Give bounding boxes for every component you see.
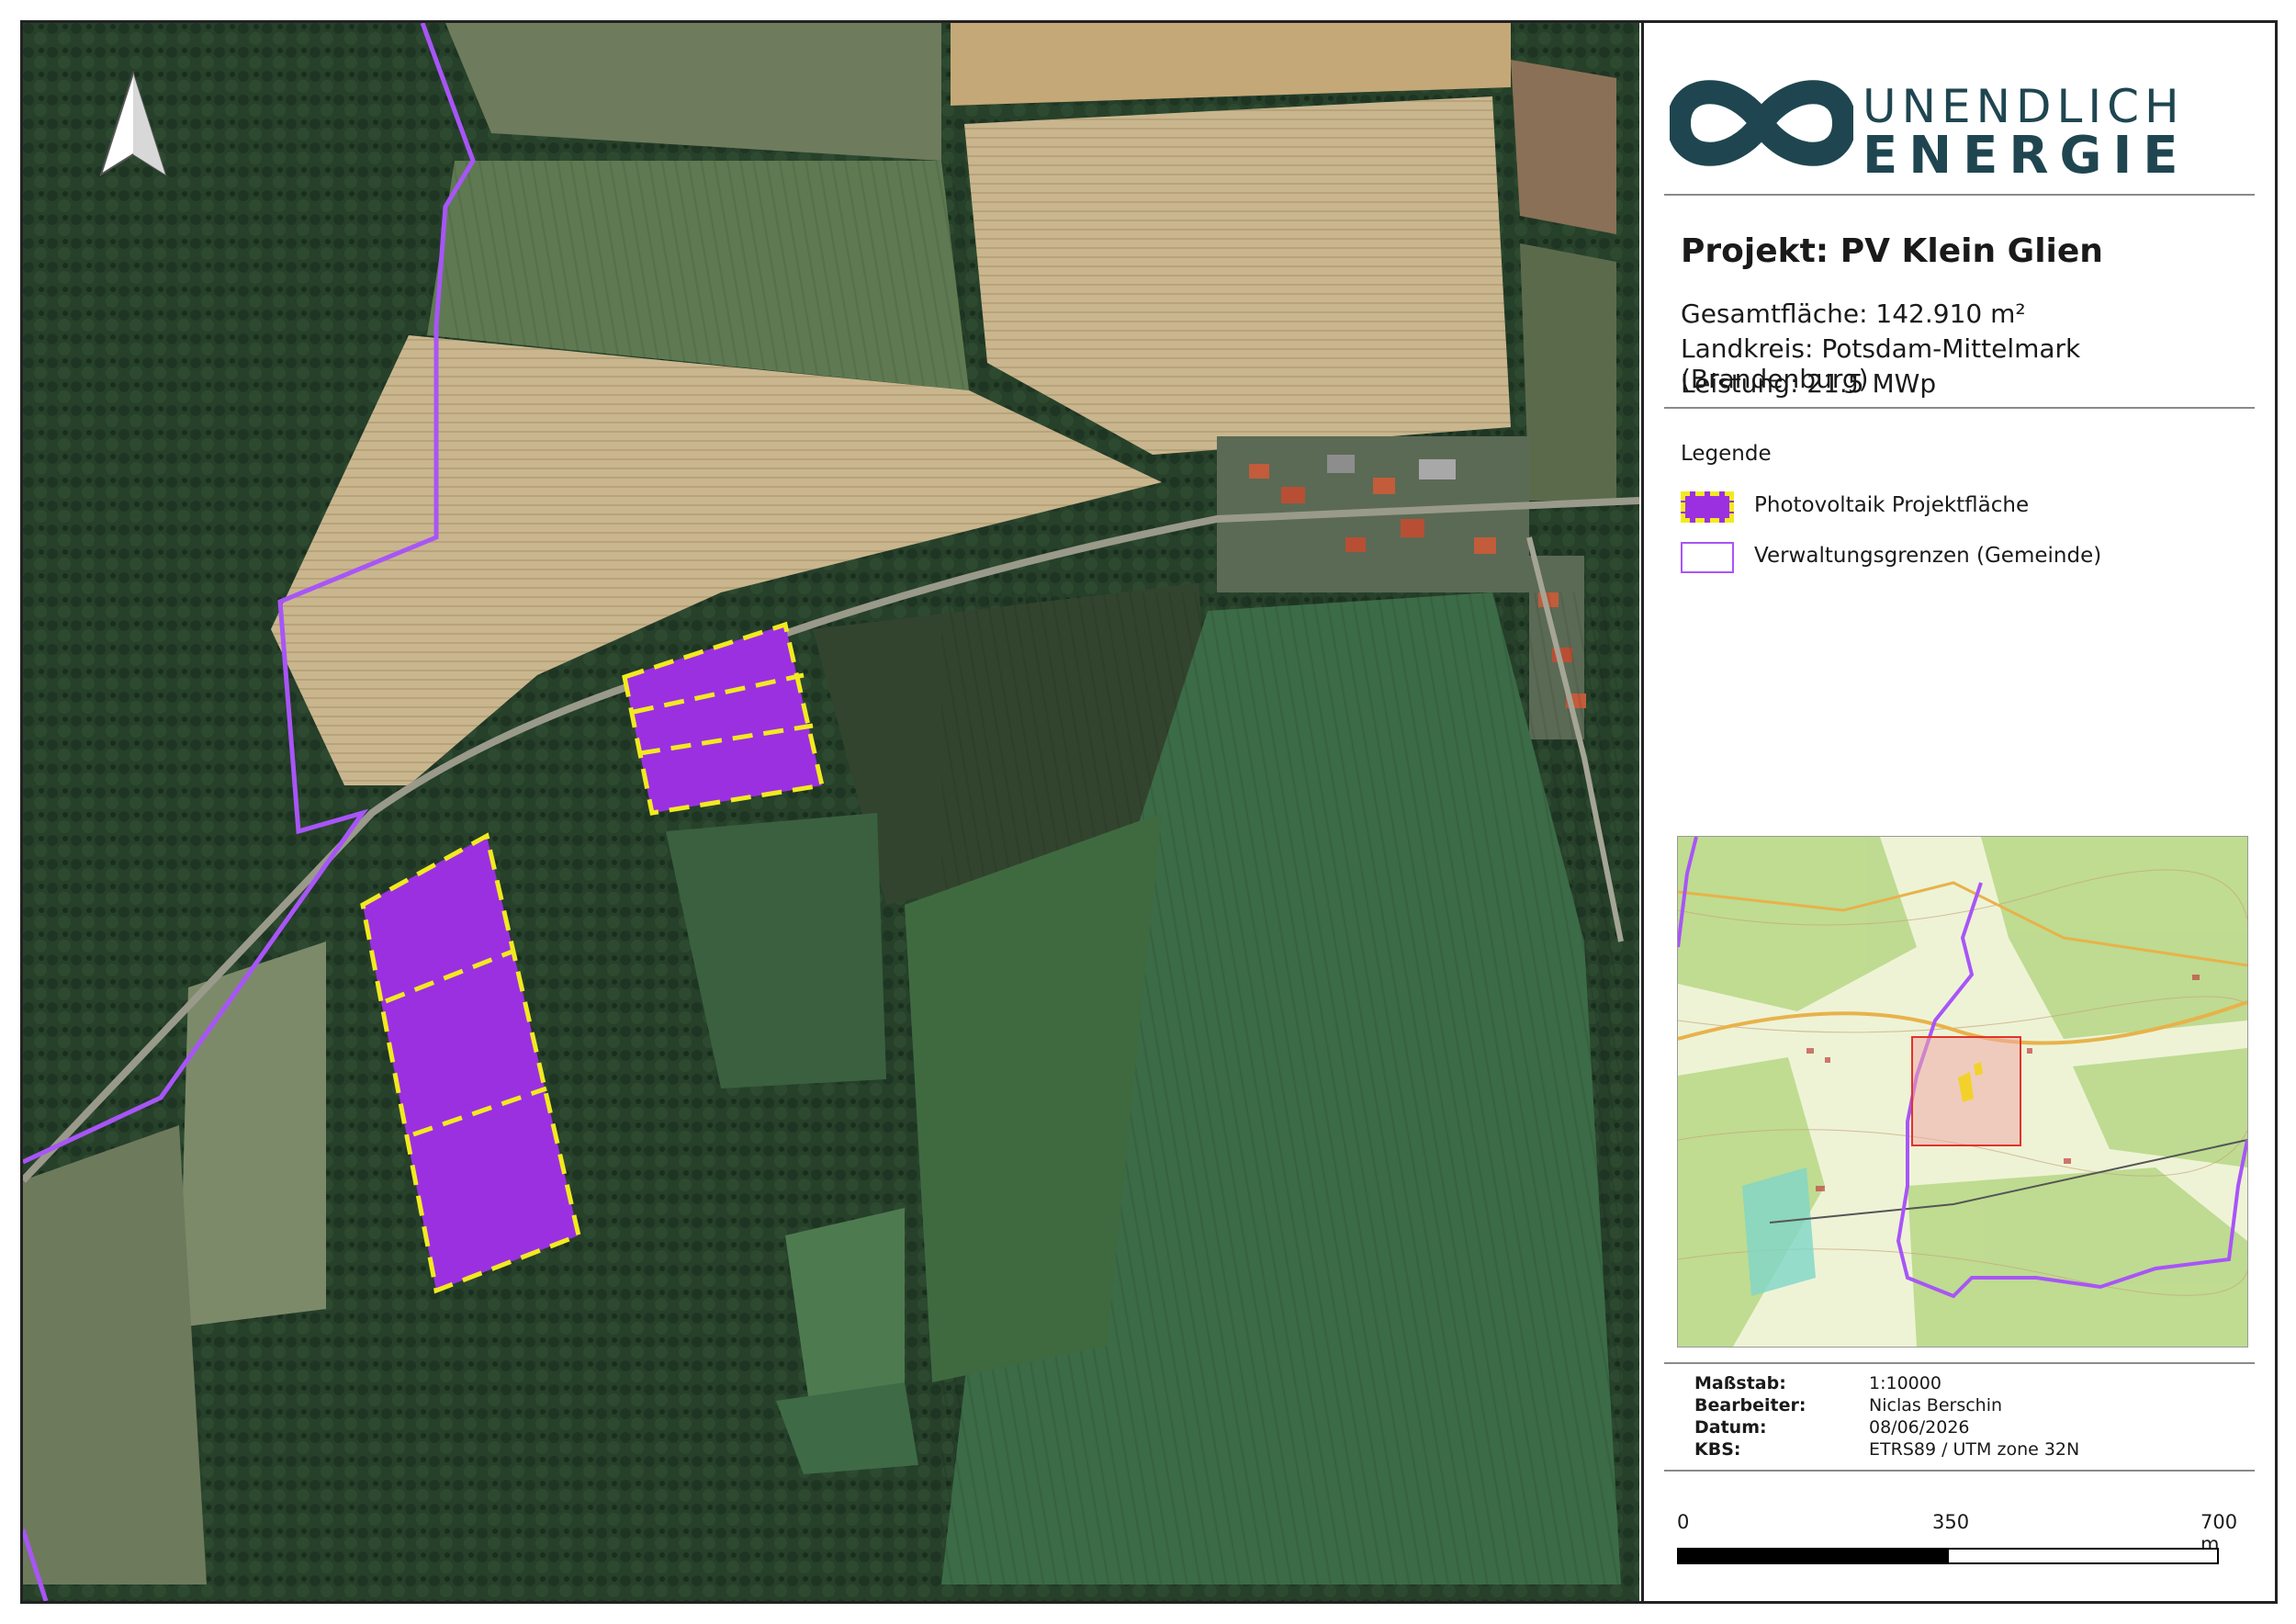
divider-scale	[1664, 1470, 2255, 1472]
legend-swatch-boundary	[1681, 542, 1734, 573]
company-logo: UNENDLICH ENERGIE	[1670, 63, 2257, 186]
legend-swatch-pv	[1681, 491, 1734, 523]
overview-map-canvas	[1678, 837, 2247, 1347]
logo-text-energie: ENERGIE	[1863, 126, 2189, 186]
scale-segment-white	[1947, 1548, 2219, 1564]
field-east-olive	[1520, 243, 1616, 501]
divider-top	[1664, 194, 2255, 196]
infinity-icon	[1670, 80, 1853, 166]
clearing-west	[179, 942, 326, 1327]
meta-date-key: Datum:	[1694, 1417, 1767, 1438]
project-title: Projekt: PV Klein Glien	[1681, 232, 2103, 270]
scale-label-0: 0	[1677, 1511, 1690, 1533]
clearing-southwest	[23, 1125, 207, 1585]
power-output: Leistung: 21.5 MWp	[1681, 368, 1937, 399]
scale-segment-black	[1677, 1548, 1949, 1564]
satellite-map[interactable]	[23, 23, 1639, 1601]
divider-legend	[1664, 407, 2255, 409]
meta-crs-key: KBS:	[1694, 1439, 1741, 1460]
meta-crs-value: ETRS89 / UTM zone 32N	[1869, 1439, 2080, 1460]
scale-label-mid: 350	[1932, 1511, 1970, 1533]
divider-meta	[1664, 1362, 2255, 1364]
overview-map[interactable]	[1677, 836, 2248, 1348]
meta-author-value: Niclas Berschin	[1869, 1395, 2003, 1415]
scale-bar: 0 350 700 m	[1677, 1511, 2256, 1575]
meta-date-value: 08/06/2026	[1869, 1417, 1970, 1438]
legend-label-boundary: Verwaltungsgrenzen (Gemeinde)	[1754, 544, 2102, 568]
field-east-brown	[1511, 60, 1616, 234]
meta-author-key: Bearbeiter:	[1694, 1395, 1806, 1415]
info-panel: UNENDLICH ENERGIE Projekt: PV Klein Glie…	[1641, 23, 2275, 1601]
meta-scale-key: Maßstab:	[1694, 1373, 1786, 1393]
legend-title: Legende	[1681, 442, 1772, 466]
total-area: Gesamtfläche: 142.910 m²	[1681, 299, 2026, 329]
legend-label-pv: Photovoltaik Projektfläche	[1754, 493, 2030, 517]
meta-scale-value: 1:10000	[1869, 1373, 1941, 1393]
map-canvas	[23, 23, 1639, 1601]
